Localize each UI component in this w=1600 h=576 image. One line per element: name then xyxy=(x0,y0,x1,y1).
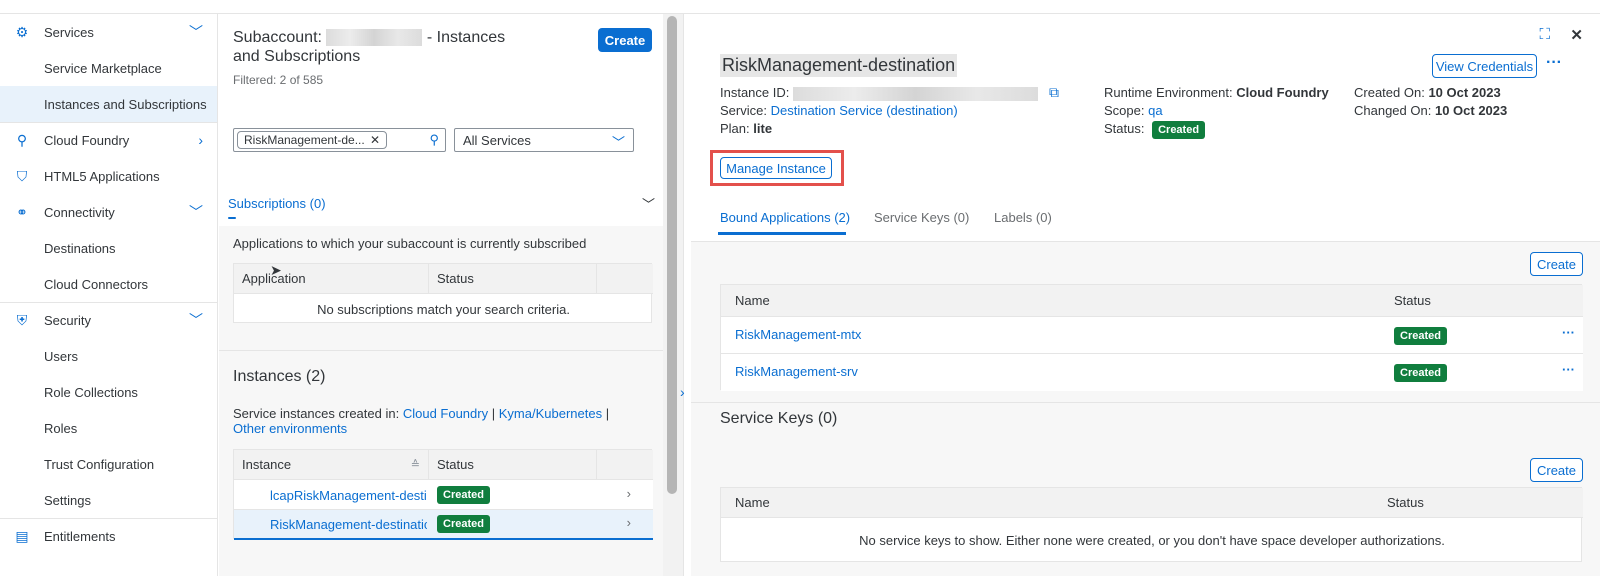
kyma-kubernetes-link[interactable]: Kyma/Kubernetes xyxy=(499,406,602,421)
bound-app-link[interactable]: RiskManagement-mtx xyxy=(735,327,861,342)
instances-panel-header: Subaccount: - Instances and Subscription… xyxy=(219,14,663,226)
redacted-instance-id xyxy=(793,86,1038,101)
column-header-instance[interactable]: Instance ≙ xyxy=(234,450,429,480)
create-service-key-button[interactable]: Create xyxy=(1530,458,1583,482)
column-header-status[interactable]: Status xyxy=(429,264,597,294)
services-icon: ⚙ xyxy=(15,24,29,40)
column-header-name[interactable]: Name xyxy=(735,293,770,308)
copy-icon[interactable]: ⧉ xyxy=(1049,84,1059,101)
service-keys-empty-message: No service keys to show. Either none wer… xyxy=(859,533,1445,548)
sidebar-item-trust-configuration[interactable]: Trust Configuration xyxy=(0,446,217,482)
manage-instance-button[interactable]: Manage Instance xyxy=(720,157,832,179)
sidebar-item-users[interactable]: Users xyxy=(0,338,217,374)
scope-link[interactable]: qa xyxy=(1148,103,1162,118)
environment-links: Service instances created in: Cloud Foun… xyxy=(233,406,610,436)
sidebar-item-security[interactable]: ⛨ Security ﹀ xyxy=(0,302,217,338)
service-keys-table: Name Status No service keys to show. Eit… xyxy=(720,487,1583,562)
bound-app-link[interactable]: RiskManagement-srv xyxy=(735,364,858,379)
status-badge: Created xyxy=(1394,327,1447,345)
status-badge: Created xyxy=(1152,121,1206,139)
table-row[interactable]: RiskManagement-destinatic Created › xyxy=(234,510,653,540)
subscriptions-empty-message: No subscriptions match your search crite… xyxy=(317,301,570,317)
service-keys-section-header: Service Keys (0) xyxy=(720,410,838,427)
cloud-foundry-icon: ⚲ xyxy=(16,132,28,148)
sidebar-item-connectivity[interactable]: ⚭ Connectivity ﹀ xyxy=(0,194,217,230)
chevron-right-icon[interactable]: › xyxy=(627,486,631,501)
expand-panel-icon[interactable]: › xyxy=(680,384,685,400)
html5-icon: ⛉ xyxy=(16,168,28,184)
fullscreen-icon[interactable]: ⛶ xyxy=(1539,26,1550,43)
mouse-cursor-icon: ➤ xyxy=(270,262,282,278)
chevron-down-icon: ﹀ xyxy=(189,24,203,40)
sidebar-item-role-collections[interactable]: Role Collections xyxy=(0,374,217,410)
service-link[interactable]: Destination Service (destination) xyxy=(771,103,958,118)
column-header-status[interactable]: Status xyxy=(1394,293,1431,308)
connectivity-icon: ⚭ xyxy=(16,204,28,220)
status-badge: Created xyxy=(1394,364,1447,382)
chevron-down-icon: ﹀ xyxy=(189,312,203,328)
shield-icon: ⛨ xyxy=(16,312,28,328)
subscriptions-table: Application Status No subscriptions matc… xyxy=(233,263,653,323)
search-icon[interactable]: ⚲ xyxy=(429,132,439,148)
create-button[interactable]: Create xyxy=(598,28,652,52)
services-filter-select[interactable]: All Services ﹀ xyxy=(454,128,634,152)
table-row[interactable]: RiskManagement-srv Created ··· xyxy=(721,354,1583,391)
more-actions-icon[interactable]: ··· xyxy=(1562,362,1575,377)
instances-table: Instance ≙ Status lcapRiskManagement-des… xyxy=(233,449,653,540)
sidebar: ⚙ Services ﹀ Service Marketplace Instanc… xyxy=(0,14,218,576)
instance-detail-header: ⛶ ✕ RiskManagement-destination View Cred… xyxy=(691,14,1600,242)
instances-section-header: Instances (2) xyxy=(233,368,326,385)
scrollbar[interactable] xyxy=(667,16,677,494)
filtered-count: Filtered: 2 of 585 xyxy=(233,73,324,87)
sidebar-item-html5-applications[interactable]: ⛉ HTML5 Applications xyxy=(0,158,217,194)
sidebar-item-service-marketplace[interactable]: Service Marketplace xyxy=(0,50,217,86)
subscriptions-section-header[interactable]: Subscriptions (0) xyxy=(228,196,326,211)
instance-title: RiskManagement-destination xyxy=(720,54,958,77)
other-environments-link[interactable]: Other environments xyxy=(233,421,347,436)
create-binding-button[interactable]: Create xyxy=(1530,252,1583,276)
entitlements-icon: ▤ xyxy=(15,528,29,544)
table-row[interactable]: RiskManagement-mtx Created ··· xyxy=(721,317,1583,354)
redacted-subaccount xyxy=(326,29,423,47)
tab-labels[interactable]: Labels (0) xyxy=(994,210,1052,225)
sidebar-item-entitlements[interactable]: ▤ Entitlements xyxy=(0,518,217,554)
search-input[interactable]: RiskManagement-de... ✕ ⚲ xyxy=(233,128,446,152)
top-strip xyxy=(0,0,1600,14)
sidebar-item-destinations[interactable]: Destinations xyxy=(0,230,217,266)
sidebar-item-cloud-foundry[interactable]: ⚲ Cloud Foundry › xyxy=(0,122,217,158)
column-header-application[interactable]: Application xyxy=(234,264,429,294)
status-badge: Created xyxy=(437,515,490,533)
subscriptions-description: Applications to which your subaccount is… xyxy=(233,236,587,251)
sidebar-item-instances-and-subscriptions[interactable]: Instances and Subscriptions xyxy=(0,86,217,122)
chevron-right-icon: › xyxy=(198,132,203,148)
chevron-down-icon[interactable]: ﹀ xyxy=(642,194,655,213)
sidebar-item-settings[interactable]: Settings xyxy=(0,482,217,518)
tab-service-keys[interactable]: Service Keys (0) xyxy=(874,210,969,225)
page-title: Subaccount: - Instances and Subscription… xyxy=(233,29,506,65)
sidebar-item-roles[interactable]: Roles xyxy=(0,410,217,446)
view-credentials-button[interactable]: View Credentials xyxy=(1432,54,1537,78)
sidebar-item-cloud-connectors[interactable]: Cloud Connectors xyxy=(0,266,217,302)
status-badge: Created xyxy=(437,486,490,504)
bound-applications-table: Name Status RiskManagement-mtx Created ·… xyxy=(720,284,1583,391)
chevron-down-icon: ﹀ xyxy=(189,204,203,220)
chevron-down-icon: ﹀ xyxy=(611,135,625,150)
column-header-status[interactable]: Status xyxy=(1387,495,1424,510)
more-actions-icon[interactable]: ··· xyxy=(1562,325,1575,340)
sidebar-item-services[interactable]: ⚙ Services ﹀ xyxy=(0,14,217,50)
column-header-name[interactable]: Name xyxy=(735,495,770,510)
close-icon[interactable]: ✕ xyxy=(370,133,380,147)
close-icon[interactable]: ✕ xyxy=(1570,26,1583,44)
cloud-foundry-link[interactable]: Cloud Foundry xyxy=(403,406,488,421)
search-token[interactable]: RiskManagement-de... ✕ xyxy=(237,131,387,149)
tab-bound-applications[interactable]: Bound Applications (2) xyxy=(720,210,850,225)
table-row[interactable]: lcapRiskManagement-desti Created › xyxy=(234,480,653,510)
chevron-right-icon[interactable]: › xyxy=(627,515,631,530)
sort-icon[interactable]: ≙ xyxy=(411,458,420,471)
column-header-status[interactable]: Status xyxy=(429,450,597,480)
more-actions-icon[interactable]: ··· xyxy=(1546,54,1562,72)
